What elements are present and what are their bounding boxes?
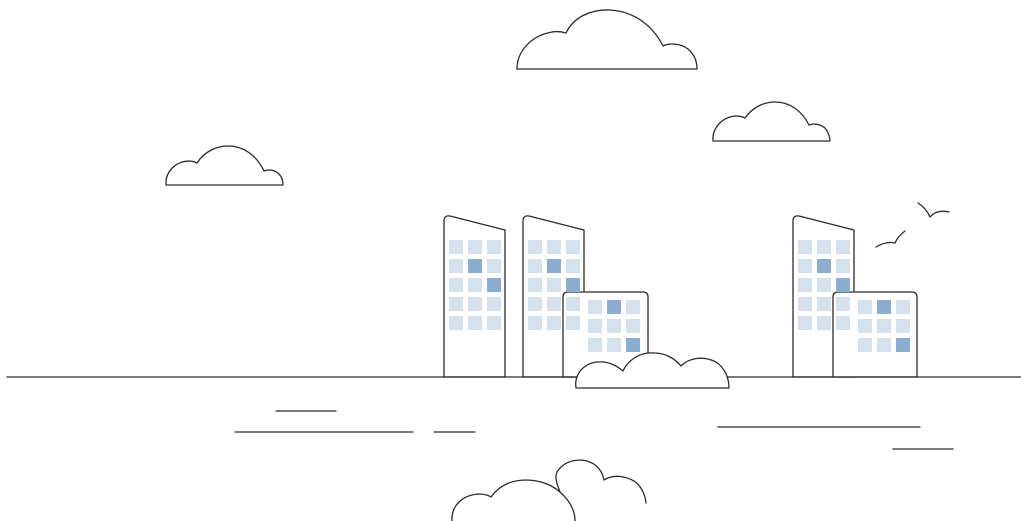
window	[487, 278, 501, 292]
window	[607, 319, 621, 333]
window	[487, 240, 501, 254]
window	[449, 316, 463, 330]
window	[817, 259, 831, 273]
window	[468, 297, 482, 311]
window	[858, 338, 872, 352]
window	[449, 297, 463, 311]
window	[468, 278, 482, 292]
window	[877, 300, 891, 314]
window	[858, 319, 872, 333]
window	[566, 278, 580, 292]
window	[528, 259, 542, 273]
bird-icon	[917, 202, 950, 218]
window	[528, 297, 542, 311]
window	[817, 240, 831, 254]
cloud-icon	[451, 459, 647, 521]
window	[836, 240, 850, 254]
window	[566, 297, 580, 311]
window	[877, 338, 891, 352]
window	[588, 338, 602, 352]
window	[836, 259, 850, 273]
window	[896, 300, 910, 314]
window	[607, 300, 621, 314]
window	[626, 338, 640, 352]
window	[588, 319, 602, 333]
window	[817, 278, 831, 292]
window	[528, 278, 542, 292]
building-windows	[449, 240, 501, 330]
window	[836, 316, 850, 330]
window	[588, 300, 602, 314]
window	[798, 297, 812, 311]
window	[487, 316, 501, 330]
window	[528, 316, 542, 330]
window	[626, 319, 640, 333]
window	[798, 259, 812, 273]
window	[836, 297, 850, 311]
window	[836, 278, 850, 292]
cloud-icon	[712, 101, 831, 142]
window	[566, 259, 580, 273]
window	[449, 259, 463, 273]
window	[528, 240, 542, 254]
window	[798, 278, 812, 292]
window	[468, 259, 482, 273]
window	[877, 319, 891, 333]
window	[896, 338, 910, 352]
window	[798, 316, 812, 330]
window	[547, 316, 561, 330]
window	[449, 278, 463, 292]
window	[566, 316, 580, 330]
window	[468, 316, 482, 330]
bird-icon	[875, 230, 906, 248]
city-skyline-illustration	[6, 9, 1021, 521]
window	[817, 316, 831, 330]
window	[449, 240, 463, 254]
cloud-icon	[165, 145, 284, 186]
window	[547, 240, 561, 254]
window	[626, 300, 640, 314]
building-windows	[528, 240, 580, 330]
window	[547, 259, 561, 273]
window	[487, 297, 501, 311]
window	[566, 240, 580, 254]
window	[547, 278, 561, 292]
window	[896, 319, 910, 333]
cloud-icon	[516, 9, 698, 70]
window	[607, 338, 621, 352]
building-windows	[858, 300, 910, 352]
window	[487, 259, 501, 273]
building-windows	[798, 240, 850, 330]
window	[547, 297, 561, 311]
window	[798, 240, 812, 254]
window	[858, 300, 872, 314]
window	[468, 240, 482, 254]
building-windows	[588, 300, 640, 352]
window	[817, 297, 831, 311]
